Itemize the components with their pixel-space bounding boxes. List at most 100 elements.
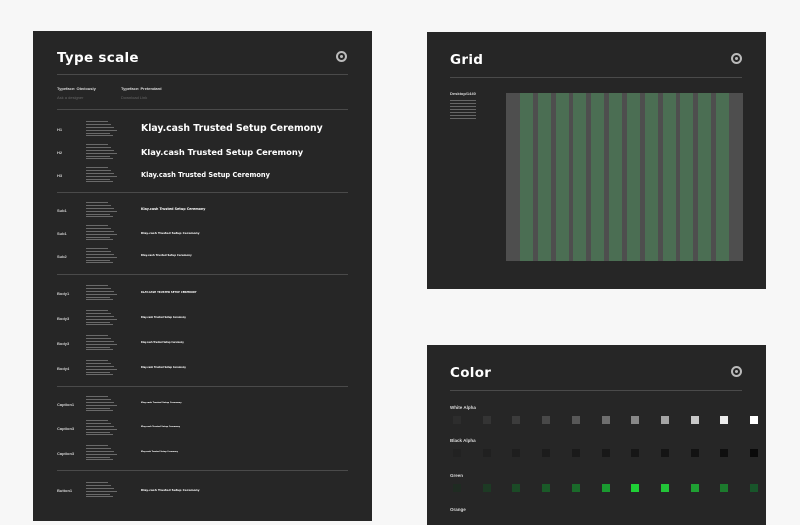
color-swatch xyxy=(631,484,640,492)
color-swatch xyxy=(631,449,640,457)
type-row-sample: Klay.cash Trusted Setup Ceremony xyxy=(141,146,304,157)
color-swatch xyxy=(571,484,580,492)
divider xyxy=(57,74,348,75)
typeface-obviously-value: Ask a designer xyxy=(57,95,84,100)
color-swatch xyxy=(453,416,461,424)
color-swatch xyxy=(720,449,729,457)
color-swatch xyxy=(453,449,461,457)
type-row-sample: Klay.cash Trusted Setup Ceremony xyxy=(141,426,181,428)
color-swatch xyxy=(482,416,491,424)
color-swatch xyxy=(512,449,521,457)
grid-column xyxy=(537,93,551,261)
color-swatch xyxy=(453,484,461,492)
type-row-sample: Klay.cash Trusted Setup Ceremony xyxy=(141,230,200,235)
color-swatch xyxy=(542,484,551,492)
color-swatch xyxy=(660,416,669,424)
color-swatch xyxy=(512,484,521,492)
type-row-label: Sub1 xyxy=(57,231,67,236)
typeface-pretendard-link[interactable]: Download Link xyxy=(121,95,147,100)
color-swatch xyxy=(542,416,551,424)
type-scale-panel: Type scale Typeface: Obviously Ask a des… xyxy=(33,31,372,521)
type-row-specs xyxy=(86,420,118,437)
type-row-sample: Klay.cash Trusted Setup Ceremony xyxy=(141,207,206,212)
grid-panel: Grid Desktop/1440 xyxy=(427,32,766,289)
type-row-label: Body3 xyxy=(57,341,70,346)
type-row-specs xyxy=(86,248,118,265)
color-group-title: Orange xyxy=(450,507,466,512)
color-swatch xyxy=(720,484,729,492)
type-row-sample: Klay.cash Trusted Setup Ceremony xyxy=(141,170,270,179)
grid-title: Grid xyxy=(450,52,484,68)
type-row-label: Sub2 xyxy=(57,254,67,259)
color-swatch xyxy=(660,449,669,457)
divider xyxy=(57,470,348,471)
type-row-label: Body1 xyxy=(57,291,70,296)
type-row-specs xyxy=(86,144,118,161)
logo-icon xyxy=(731,53,742,64)
grid-columns xyxy=(520,93,729,261)
color-swatch xyxy=(482,449,491,457)
type-row-specs xyxy=(86,225,118,242)
grid-specs xyxy=(450,100,476,121)
divider xyxy=(57,386,348,387)
type-row-sample: Klay.cash Trusted Setup Ceremony xyxy=(141,315,186,319)
divider xyxy=(450,77,742,78)
grid-column xyxy=(555,93,569,261)
type-row-specs xyxy=(86,396,118,413)
type-row-sample: Klay.cash Trusted Setup Ceremony xyxy=(141,487,200,492)
type-row-label: H2 xyxy=(57,150,63,155)
grid-column xyxy=(573,93,587,261)
grid-column xyxy=(609,93,623,261)
type-row-sample: Klay.cash Trusted Setup Ceremony xyxy=(141,253,192,257)
color-title: Color xyxy=(450,365,492,381)
grid-column xyxy=(644,93,658,261)
type-row-specs xyxy=(86,360,118,377)
divider xyxy=(57,274,348,275)
divider xyxy=(57,192,348,193)
grid-column xyxy=(520,93,533,261)
color-group-title: Black Alpha xyxy=(450,438,476,443)
type-row-label: Button1 xyxy=(57,488,73,493)
divider xyxy=(57,109,348,110)
grid-column xyxy=(662,93,676,261)
grid-column xyxy=(680,93,694,261)
type-row-sample: Klay.cash Trusted Setup Ceremony xyxy=(141,340,184,344)
color-swatch xyxy=(660,484,669,492)
type-row-specs xyxy=(86,285,118,302)
logo-icon xyxy=(336,51,347,62)
type-row-sample: Klay.cash Trusted Setup Ceremony xyxy=(141,451,178,454)
type-row-label: H3 xyxy=(57,173,63,178)
color-swatch xyxy=(750,449,758,457)
type-row-label: Body3 xyxy=(57,316,70,321)
type-row-specs xyxy=(86,167,118,184)
grid-column xyxy=(698,93,712,261)
type-row-sample: Klay.cash Trusted Setup Ceremony xyxy=(141,123,323,135)
color-swatch xyxy=(720,416,729,424)
color-swatch xyxy=(601,449,610,457)
type-row-label: H1 xyxy=(57,127,63,132)
type-row-sample: Klay.cash Trusted Setup Ceremony xyxy=(141,365,186,369)
color-group-title: Green xyxy=(450,473,464,478)
typeface-pretendard-label: Typeface: Pretendard xyxy=(121,86,162,91)
type-row-specs xyxy=(86,202,118,219)
grid-preview xyxy=(506,93,743,261)
color-swatch xyxy=(601,416,610,424)
color-swatch xyxy=(571,449,580,457)
type-row-label: Caption3 xyxy=(57,426,75,431)
color-swatch xyxy=(482,484,491,492)
color-swatch xyxy=(750,484,758,492)
color-swatch xyxy=(542,449,551,457)
divider xyxy=(450,390,742,391)
color-swatch xyxy=(631,416,640,424)
type-row-label: Body4 xyxy=(57,366,70,371)
color-swatch xyxy=(571,416,580,424)
color-swatch xyxy=(750,416,758,424)
color-group-title: White Alpha xyxy=(450,405,476,410)
grid-column xyxy=(591,93,605,261)
type-row-label: Caption1 xyxy=(57,402,75,407)
type-row-specs xyxy=(86,445,118,462)
type-row-sample: Klay.cash Trusted Setup Ceremony xyxy=(141,401,182,404)
type-row-label: Sub1 xyxy=(57,208,67,213)
type-row-specs xyxy=(86,121,118,138)
type-row-label: Caption3 xyxy=(57,451,75,456)
